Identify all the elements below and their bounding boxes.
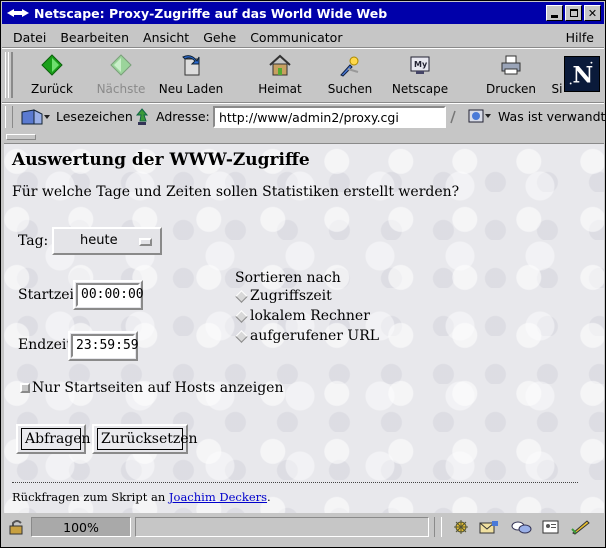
reset-button[interactable]: Zurücksetzen (92, 424, 198, 454)
author-link[interactable]: Joachim Deckers (169, 490, 267, 504)
menu-communicator[interactable]: Communicator (250, 30, 342, 45)
navigation-toolbar: Zurück Nächste Neu Laden Heimat Suchen M… (2, 49, 604, 101)
back-arrow-icon (39, 52, 65, 78)
day-label: Tag: (18, 233, 49, 249)
netscape-logo[interactable]: N (564, 56, 600, 92)
bookmarks-label[interactable]: Lesezeichen (56, 109, 133, 124)
back-button[interactable]: Zurück (30, 52, 74, 98)
home-icon (267, 52, 293, 78)
title-bar: Netscape: Proxy-Zugriffe auf das World W… (2, 2, 604, 24)
search-icon (337, 52, 363, 78)
checkbox-label: Nur Startseiten auf Hosts anzeigen (32, 380, 284, 396)
menu-datei[interactable]: Datei (13, 30, 46, 45)
printer-icon (498, 52, 524, 78)
window-title: Netscape: Proxy-Zugriffe auf das World W… (34, 5, 388, 21)
svg-text:My: My (414, 60, 428, 69)
page-footer: Rückfragen zum Skript an Joachim Deckers… (12, 490, 271, 504)
newsgroups-icon[interactable] (510, 518, 532, 536)
security-lock-icon[interactable] (8, 519, 26, 535)
netscape-app-icon[interactable] (5, 5, 31, 21)
menu-gehe[interactable]: Gehe (203, 30, 236, 45)
address-book-icon[interactable] (540, 518, 562, 536)
forward-button[interactable]: Nächste (96, 52, 146, 98)
forward-arrow-icon (108, 52, 134, 78)
sort-radio-zugriffszeit[interactable]: Zugriffszeit (235, 288, 332, 304)
page-divider (12, 482, 578, 484)
menu-bar: Datei Bearbeiten Ansicht Gehe Communicat… (2, 26, 604, 48)
submit-button[interactable]: Abfragen (16, 424, 91, 454)
location-grip[interactable] (5, 106, 13, 128)
bookmarks-icon[interactable] (20, 108, 50, 126)
toolbar-grip[interactable] (5, 52, 13, 98)
print-button[interactable]: Drucken (484, 52, 538, 98)
menu-hilfe[interactable]: Hilfe (566, 30, 594, 45)
search-button[interactable]: Suchen (326, 52, 374, 98)
dropdown-indicator-icon (139, 238, 152, 246)
security-button[interactable]: Si (550, 52, 564, 98)
reload-icon (178, 52, 204, 78)
radio-diamond-icon (235, 329, 248, 343)
personal-toolbar-strip (2, 132, 604, 142)
page-proxy-icon[interactable] (135, 108, 149, 126)
location-bar: Lesezeichen Adresse: http://www/admin2/p… (2, 104, 605, 130)
component-bar-grip[interactable] (434, 517, 442, 537)
home-button[interactable]: Heimat (258, 52, 302, 98)
composer-icon[interactable] (570, 518, 592, 536)
radio-diamond-icon (235, 289, 248, 303)
close-icon: ✕ (587, 6, 598, 20)
menu-ansicht[interactable]: Ansicht (143, 30, 189, 45)
close-button[interactable]: ✕ (584, 5, 601, 21)
menu-bearbeiten[interactable]: Bearbeiten (60, 30, 129, 45)
day-select-value: heute (80, 233, 118, 248)
address-label: Adresse: (156, 109, 210, 124)
maximize-button[interactable] (565, 5, 582, 21)
start-pages-checkbox[interactable]: Nur Startseiten auf Hosts anzeigen (20, 380, 283, 396)
sort-heading: Sortieren nach (235, 270, 341, 286)
start-time-input[interactable]: 00:00:00 (76, 283, 144, 307)
sort-radio-rechner[interactable]: lokalem Rechner (235, 308, 370, 324)
radio-diamond-icon (235, 309, 248, 323)
my-netscape-icon: My (407, 52, 433, 78)
navigator-icon[interactable] (450, 518, 472, 536)
browser-window: Netscape: Proxy-Zugriffe auf das World W… (0, 0, 606, 548)
sort-radio-url[interactable]: aufgerufener URL (235, 328, 379, 344)
status-bar: 100% (2, 515, 604, 539)
netscape-button[interactable]: My Netscape (390, 52, 450, 98)
page-question: Für welche Tage und Zeiten sollen Statis… (12, 184, 460, 200)
progress-indicator: 100% (31, 517, 131, 537)
svg-text:N: N (573, 63, 594, 89)
maximize-icon (569, 9, 578, 17)
end-time-input[interactable]: 23:59:59 (71, 334, 139, 358)
checkbox-box (20, 383, 30, 393)
day-select[interactable]: heute (52, 227, 162, 255)
collapsed-toolbar-tab[interactable] (6, 134, 36, 140)
reload-button[interactable]: Neu Laden (158, 52, 224, 98)
page-content: Auswertung der WWW-Zugriffe Für welche T… (4, 143, 604, 513)
address-dropdown-icon[interactable] (448, 110, 458, 124)
address-input[interactable]: http://www/admin2/proxy.cgi (213, 106, 446, 128)
page-heading: Auswertung der WWW-Zugriffe (12, 150, 310, 170)
minimize-button[interactable] (546, 5, 563, 21)
minimize-icon (551, 14, 558, 18)
whats-related-icon[interactable] (467, 108, 495, 126)
status-message (135, 517, 429, 537)
whats-related-label[interactable]: Was ist verwandt (498, 109, 605, 124)
mail-icon[interactable] (478, 518, 500, 536)
